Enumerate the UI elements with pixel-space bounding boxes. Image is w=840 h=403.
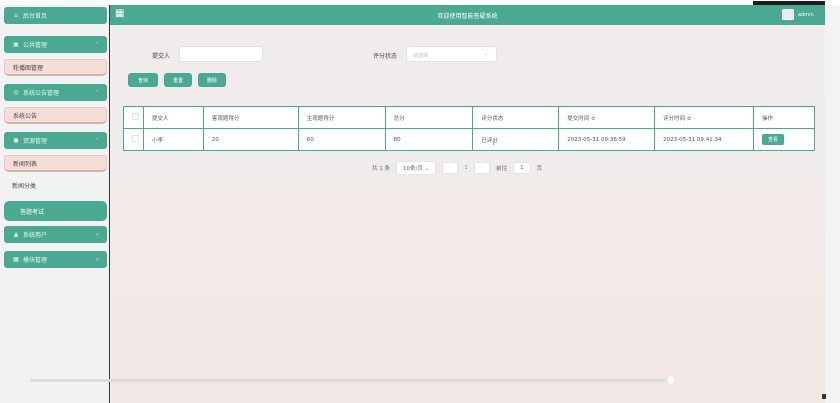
view-button[interactable]: 查看 <box>762 134 785 145</box>
column-header: 客观题得分 <box>202 106 299 129</box>
status-placeholder: 请选择 <box>413 53 429 59</box>
table-header-row: 提交人 客观题得分 主观题得分 总分 评分状态 提交时间 ≎ 评分时间 ≎ 操作 <box>123 106 815 129</box>
sidebar-item-label: 轮播图管理 <box>13 64 44 72</box>
sidebar-item-news-category[interactable]: 新闻分类 <box>4 177 107 194</box>
user-icon: ▲ <box>13 231 19 238</box>
cell-score-time: 2023-05-31 09:41:34 <box>654 128 754 151</box>
prev-page-button[interactable]: ‹ <box>442 162 459 174</box>
sidebar-item-label: 资源管理 <box>23 138 48 145</box>
row-checkbox[interactable] <box>132 135 139 142</box>
chevron-down-icon: v <box>96 256 99 263</box>
table-row[interactable]: 小李 20 60 80 已评分 2023-05-31 09:36:59 2023… <box>123 128 815 151</box>
sidebar-item-label: 新闻分类 <box>12 183 37 190</box>
cell-status: 已评分 <box>472 128 560 151</box>
sidebar-item-label: 系统公告 <box>13 112 38 120</box>
avatar[interactable] <box>782 9 794 20</box>
cell-objective: 20 <box>202 128 299 151</box>
column-header: 评分状态 <box>472 106 560 129</box>
page-size-value: 10条/页 <box>403 166 423 172</box>
sidebar-group-modules[interactable]: ▦ 模块管理 v <box>4 251 107 268</box>
cell-submit-time: 2023-05-31 09:36:59 <box>558 128 656 151</box>
mail-icon: ▣ <box>13 41 19 48</box>
sidebar-item-label: 模块管理 <box>23 257 48 264</box>
cell-submitter: 小李 <box>142 128 204 151</box>
column-header: 操作 <box>753 106 815 129</box>
page-size-select[interactable]: 10条/页 ⌄ <box>396 161 437 175</box>
delete-button[interactable]: 删除 <box>198 73 226 87</box>
column-header: 主观题得分 <box>297 106 386 129</box>
info-icon: ◎ <box>13 89 19 96</box>
next-page-button[interactable]: › <box>473 162 491 174</box>
sidebar-group-notice[interactable]: ◎ 系统公告管理 ^ <box>4 84 107 101</box>
corner-marker <box>822 394 826 399</box>
page-title: 欢迎使用智能答疑系统 <box>437 13 498 20</box>
sidebar-item-news-list[interactable]: 新闻列表 <box>4 155 107 172</box>
results-table: 提交人 客观题得分 主观题得分 总分 评分状态 提交时间 ≎ 评分时间 ≎ 操作… <box>123 106 815 151</box>
total-count: 共 1 条 <box>372 166 390 172</box>
sidebar-group-users[interactable]: ▲ 系统用户 v <box>4 226 107 243</box>
sidebar-item-label: 公共管理 <box>23 42 48 49</box>
sidebar-item-home[interactable]: ⌂ 后台首页 <box>4 7 107 24</box>
submitter-input[interactable] <box>179 46 263 62</box>
sidebar-item-label: 新闻列表 <box>13 160 38 168</box>
right-edge <box>825 5 840 403</box>
sidebar-item-carousel[interactable]: 轮播图管理 <box>4 59 107 76</box>
sidebar-item-label: 答题考试 <box>20 208 45 216</box>
chevron-up-icon: ^ <box>94 89 99 96</box>
sidebar-item-label: 后台首页 <box>23 13 48 20</box>
home-icon: ⌂ <box>14 12 18 19</box>
column-header: 提交人 <box>142 106 204 129</box>
pagination: 共 1 条 10条/页 ⌄ ‹ 1 › 前往 1 页 <box>372 161 542 175</box>
pin-icon: ● <box>13 137 19 144</box>
sort-column-header[interactable]: 评分时间 ≎ <box>654 106 754 129</box>
sidebar-item-label: 系统公告管理 <box>23 90 60 97</box>
horizontal-scroll-track[interactable] <box>30 379 671 382</box>
chevron-up-icon: ^ <box>94 41 99 48</box>
cell-subjective: 60 <box>297 128 386 151</box>
sort-column-header[interactable]: 提交时间 ≎ <box>558 106 656 129</box>
sidebar-item-label: 系统用户 <box>23 232 48 239</box>
chevron-down-icon: ⌄ <box>483 51 488 57</box>
scroll-thumb[interactable] <box>666 375 676 385</box>
goto-label: 前往 <box>496 166 508 172</box>
chevron-down-icon: v <box>96 231 99 238</box>
chevron-up-icon: ^ <box>94 137 99 144</box>
grid-icon: ▦ <box>13 256 19 263</box>
goto-input[interactable]: 1 <box>513 162 531 174</box>
sidebar-item-exam[interactable]: 答题考试 <box>4 201 107 221</box>
text-cursor-icon: I <box>493 140 495 147</box>
reset-button[interactable]: 重置 <box>164 73 192 87</box>
query-button[interactable]: 查询 <box>128 73 158 87</box>
status-select[interactable]: 请选择 ⌄ <box>406 46 497 62</box>
username[interactable]: admin <box>798 12 814 18</box>
cell-action: 查看 <box>753 128 815 151</box>
page-unit: 页 <box>536 166 543 172</box>
cell-total: 80 <box>384 128 474 151</box>
sidebar-group-resource[interactable]: ● 资源管理 ^ <box>4 132 107 149</box>
status-label: 评分状态 <box>373 53 398 60</box>
sidebar-group-public[interactable]: ▣ 公共管理 ^ <box>4 36 107 53</box>
submitter-label: 提交人 <box>152 53 171 60</box>
sidebar-item-notice[interactable]: 系统公告 <box>4 107 107 124</box>
sidebar: ⌂ 后台首页 ▣ 公共管理 ^ 轮播图管理 ◎ 系统公告管理 ^ 系统公告 ● … <box>0 5 110 403</box>
current-page[interactable]: 1 <box>464 165 468 171</box>
column-header: 总分 <box>384 106 474 129</box>
select-all-checkbox[interactable] <box>132 113 139 120</box>
header-bar: ▦ 欢迎使用智能答疑系统 admin <box>110 5 825 25</box>
